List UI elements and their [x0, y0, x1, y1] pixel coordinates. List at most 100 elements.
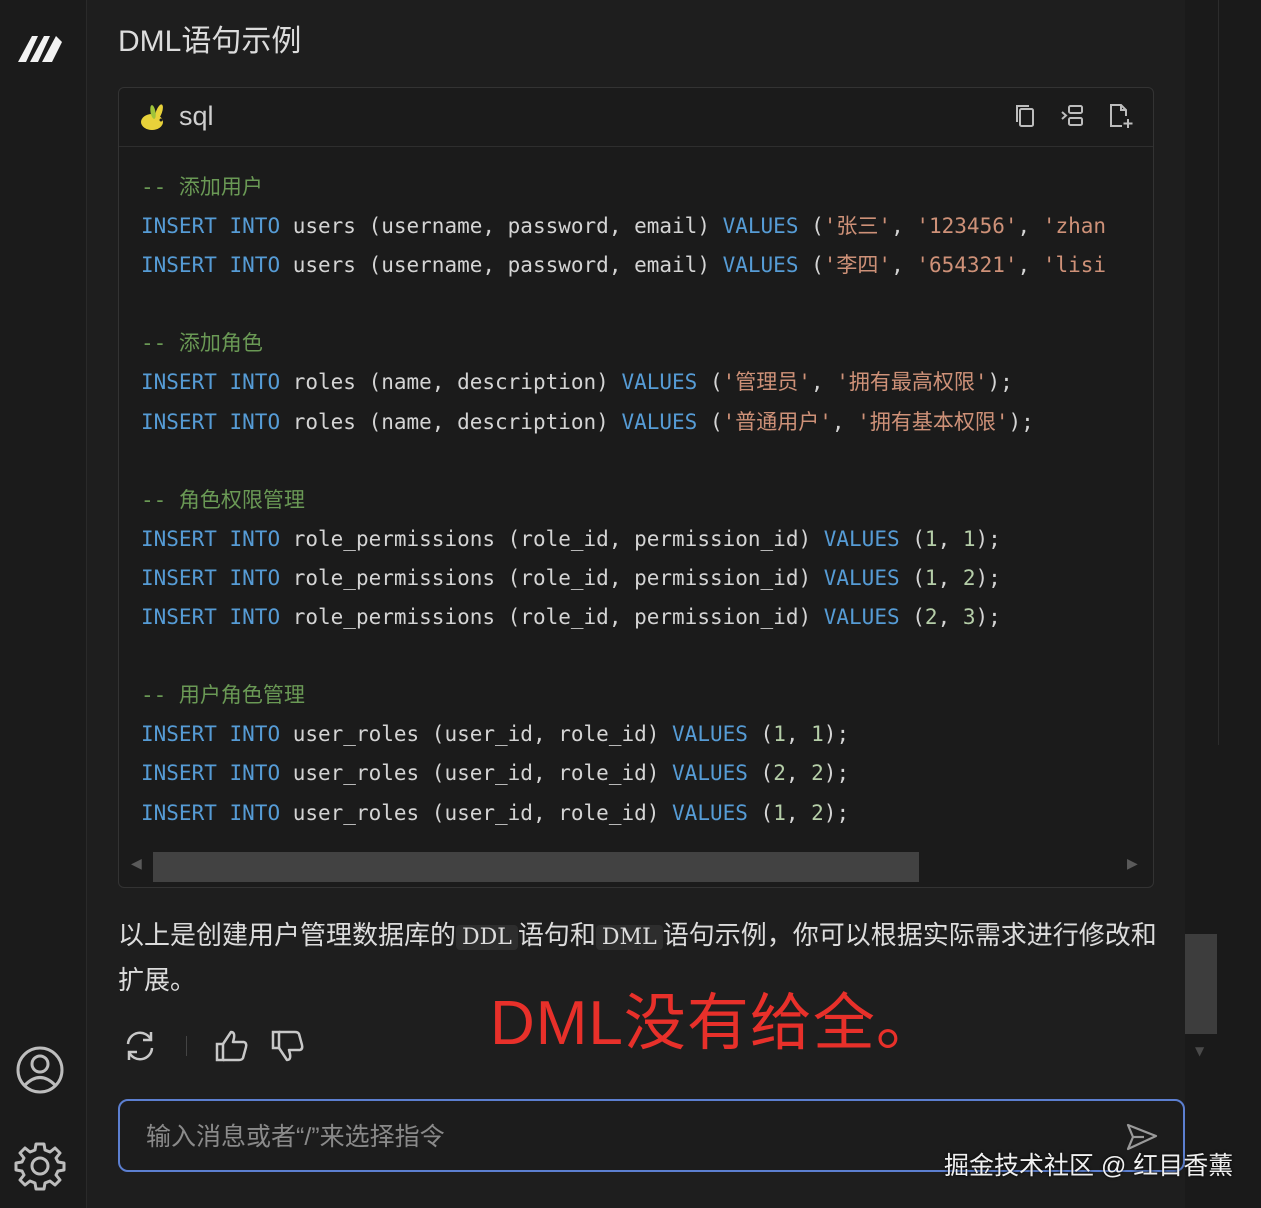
horizontal-scroll-thumb[interactable] — [153, 852, 919, 882]
code-token: VALUES — [722, 214, 799, 239]
code-token: INSERT — [141, 526, 217, 551]
code-token: 2 — [811, 761, 824, 786]
section-title: DML语句示例 — [118, 25, 302, 58]
code-line: INSERT INTO role_permissions (role_id, p… — [141, 598, 1153, 637]
code-line: -- 添加用户 — [141, 168, 1153, 207]
code-token: 1 — [773, 800, 786, 825]
code-token: , — [831, 409, 858, 434]
thumbs-up-icon — [215, 1030, 248, 1062]
code-token: VALUES — [621, 409, 698, 434]
code-token: -- 添加角色 — [141, 331, 263, 356]
code-token: VALUES — [722, 253, 799, 278]
copy-button[interactable] — [1011, 102, 1039, 130]
code-token: , — [785, 800, 812, 825]
code-token: 1 — [811, 722, 824, 747]
code-line: INSERT INTO roles (name, description) VA… — [141, 403, 1153, 442]
code-token: ( — [899, 526, 925, 551]
code-token: , — [937, 605, 963, 630]
scroll-left-arrow-icon[interactable]: ◀ — [131, 856, 142, 872]
code-token: INTO — [229, 761, 281, 786]
code-language-label: sql — [179, 101, 214, 131]
code-token: ( — [798, 253, 824, 278]
code-token: VALUES — [823, 526, 900, 551]
code-token: INTO — [229, 605, 281, 630]
code-line: -- 用户角色管理 — [141, 676, 1153, 715]
scroll-right-arrow-icon[interactable]: ▶ — [1127, 856, 1138, 872]
app-logo-icon[interactable] — [14, 28, 66, 68]
code-token: INTO — [229, 800, 281, 825]
code-content[interactable]: -- 添加用户 INSERT INTO users (username, pass… — [141, 168, 1153, 848]
code-token: ); — [823, 722, 850, 747]
code-line: INSERT INTO users (username, password, e… — [141, 246, 1153, 285]
regenerate-button[interactable] — [120, 1026, 160, 1066]
code-token: , — [937, 565, 963, 590]
red-annotation: DML没有给全。 — [490, 989, 939, 1058]
code-token: INSERT — [141, 565, 217, 590]
code-token: INSERT — [141, 370, 217, 395]
code-token: roles (name, description) — [280, 409, 622, 434]
dislike-button[interactable] — [268, 1026, 308, 1066]
code-token: 2 — [811, 800, 824, 825]
user-icon[interactable] — [14, 1044, 66, 1096]
code-token: ( — [798, 214, 824, 239]
code-token: role_permissions (role_id, permission_id… — [280, 526, 824, 551]
code-token: , — [1017, 214, 1043, 239]
code-token: INTO — [229, 214, 281, 239]
vertical-scrollbar[interactable] — [1185, 934, 1217, 1034]
sidebar — [0, 0, 87, 1208]
code-token: VALUES — [621, 370, 698, 395]
code-token: '管理员' — [722, 370, 811, 395]
copy-icon — [1016, 105, 1034, 127]
code-token: '123456' — [916, 214, 1018, 239]
code-token: INTO — [229, 253, 281, 278]
code-token: , — [937, 526, 963, 551]
code-token: VALUES — [672, 761, 748, 786]
code-token: INTO — [229, 565, 281, 590]
wrap-button[interactable] — [1059, 102, 1087, 130]
code-token: ( — [747, 722, 774, 747]
code-token: users (username, password, email) — [280, 253, 723, 278]
scroll-down-arrow-icon[interactable]: ▼ — [1195, 1044, 1204, 1058]
code-token: 2 — [773, 761, 786, 786]
code-line: INSERT INTO role_permissions (role_id, p… — [141, 520, 1153, 559]
answer-part-2: 语句和 — [517, 920, 596, 950]
code-token: '拥有基本权限' — [857, 409, 1009, 434]
actions-divider — [186, 1036, 187, 1056]
code-token: INTO — [229, 370, 281, 395]
insert-file-button[interactable] — [1107, 102, 1135, 130]
code-line: INSERT INTO user_roles (user_id, role_id… — [141, 754, 1153, 793]
code-token: -- 角色权限管理 — [141, 487, 305, 512]
code-token: role_permissions (role_id, permission_id… — [280, 605, 824, 630]
code-line: INSERT INTO user_roles (user_id, role_id… — [141, 794, 1153, 833]
panel-divider — [1218, 0, 1219, 745]
code-token: INSERT — [141, 722, 217, 747]
code-token: 3 — [962, 605, 976, 630]
code-token: ( — [747, 800, 774, 825]
code-token: INSERT — [141, 214, 217, 239]
code-token: roles (name, description) — [280, 370, 622, 395]
code-line: INSERT INTO users (username, password, e… — [141, 207, 1153, 246]
code-token: 1 — [924, 526, 938, 551]
code-token: INSERT — [141, 761, 217, 786]
code-token: role_permissions (role_id, permission_id… — [280, 565, 824, 590]
code-token: '拥有最高权限' — [836, 370, 988, 395]
code-token: , — [1017, 253, 1043, 278]
like-button[interactable] — [212, 1026, 252, 1066]
code-token: , — [810, 370, 837, 395]
code-line: INSERT INTO user_roles (user_id, role_id… — [141, 715, 1153, 754]
code-line: -- 添加角色 — [141, 324, 1153, 363]
code-token: -- 用户角色管理 — [141, 683, 305, 708]
gear-icon[interactable] — [14, 1140, 66, 1192]
code-token: 2 — [962, 565, 976, 590]
code-token: 'lisi — [1042, 253, 1107, 278]
code-token: INSERT — [141, 253, 217, 278]
horizontal-scrollbar[interactable]: ◀ ▶ — [119, 850, 1153, 886]
watermark: 掘金技术社区 @ 红目香薰 — [944, 1152, 1234, 1180]
